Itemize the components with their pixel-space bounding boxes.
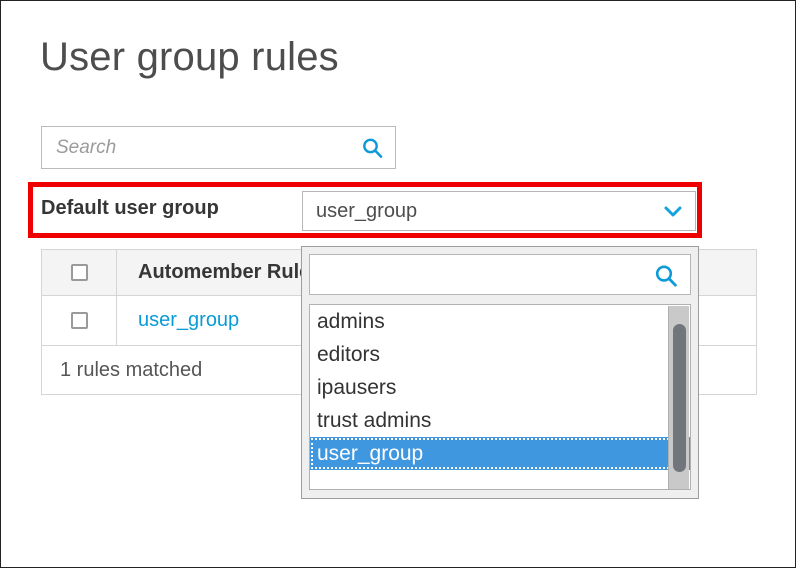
search-icon[interactable] [361,137,383,164]
column-header-automember-rule[interactable]: Automember Rule [117,261,310,284]
default-user-group-select[interactable]: user_group [302,191,696,231]
dropdown-option-admins[interactable]: admins [310,305,690,338]
search-icon[interactable] [654,264,678,293]
dropdown-option-list[interactable]: admins editors ipausers trust admins use… [309,304,691,490]
dropdown-option-ipausers[interactable]: ipausers [310,371,690,404]
chevron-down-icon[interactable] [663,205,683,224]
dropdown-option-user-group[interactable]: user_group [310,437,690,470]
rule-name-link[interactable]: user_group [138,309,239,331]
default-user-group-label: Default user group [41,197,219,219]
rule-name-cell: user_group [117,309,239,332]
dropdown-option-editors[interactable]: editors [310,338,690,371]
dropdown-option-trust-admins[interactable]: trust admins [310,404,690,437]
rules-matched-count: 1 rules matched [60,358,203,381]
select-all-cell[interactable] [42,250,117,295]
select-all-checkbox[interactable] [70,264,88,281]
search-input[interactable]: Search [41,126,396,169]
default-user-group-row: Default user group user_group [41,191,696,231]
page-title: User group rules [40,35,339,79]
dropdown-list-scrollbar[interactable] [668,306,689,489]
dropdown-filter-input[interactable] [309,254,691,295]
app-window: User group rules Search Automember Rule … [0,0,796,568]
search-placeholder: Search [56,137,117,158]
row-select-cell[interactable] [42,296,117,345]
default-user-group-selected-value: user_group [316,200,418,222]
dropdown-list-scrollbar-thumb[interactable] [673,324,686,472]
row-select-checkbox[interactable] [70,312,88,329]
default-user-group-dropdown-panel: admins editors ipausers trust admins use… [301,246,699,499]
